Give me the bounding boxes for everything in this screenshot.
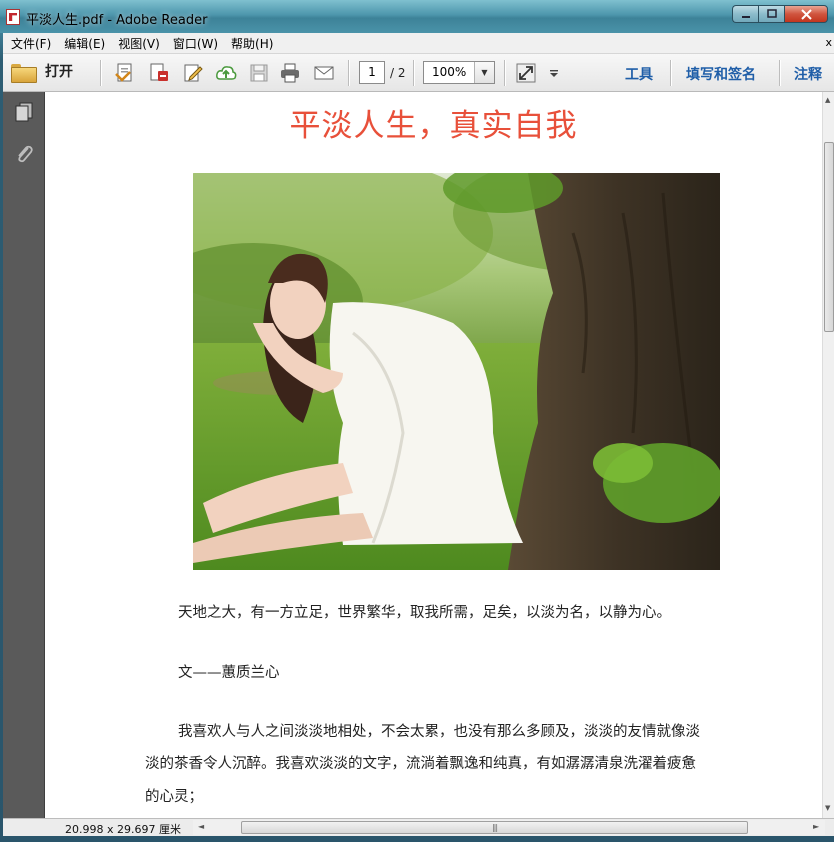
paragraph: 的心灵； — [145, 789, 203, 805]
menu-close-icon[interactable]: x — [825, 36, 832, 49]
menu-window[interactable]: 窗口(W) — [173, 35, 218, 52]
toolbar-separator — [100, 60, 101, 86]
tools-link[interactable]: 工具 — [625, 64, 653, 84]
title-bar[interactable]: 平淡人生.pdf - Adobe Reader — [0, 0, 834, 33]
pdf-app-icon — [6, 9, 20, 25]
paragraph: 文——蕙质兰心 — [178, 665, 280, 681]
folder-icon — [11, 62, 37, 83]
status-bar: 20.998 x 29.697 厘米 ◄ ||| ► — [3, 818, 834, 836]
save-icon[interactable] — [248, 62, 270, 84]
document-view[interactable]: 平淡人生，真实自我 天地之大，有一方立足，世界繁华，取我所需，足矣，以淡为名，以… — [45, 92, 822, 818]
comment-link[interactable]: 注释 — [794, 64, 822, 84]
window-title: 平淡人生.pdf - Adobe Reader — [26, 13, 208, 28]
menu-view[interactable]: 视图(V) — [118, 35, 160, 52]
horizontal-scrollbar[interactable]: ◄ ||| ► — [193, 820, 825, 835]
menu-help[interactable]: 帮助(H) — [231, 35, 273, 52]
scroll-right-icon[interactable]: ► — [813, 822, 819, 831]
scroll-down-icon[interactable]: ▼ — [825, 804, 830, 812]
menu-file[interactable]: 文件(F) — [11, 35, 51, 52]
chevron-down-icon[interactable]: ▼ — [474, 62, 494, 83]
menu-edit[interactable]: 编辑(E) — [64, 35, 105, 52]
fill-sign-link[interactable]: 填写和签名 — [686, 64, 756, 84]
document-title: 平淡人生，真实自我 — [289, 108, 578, 144]
scroll-left-icon[interactable]: ◄ — [198, 822, 204, 831]
convert-icon[interactable] — [148, 62, 170, 84]
horizontal-scroll-thumb[interactable]: ||| — [241, 821, 748, 834]
menu-bar: 文件(F) 编辑(E) 视图(V) 窗口(W) 帮助(H) x — [3, 33, 834, 54]
toolbar-separator — [413, 60, 414, 86]
window-controls — [732, 5, 828, 27]
close-button[interactable] — [784, 5, 828, 23]
app-window: 平淡人生.pdf - Adobe Reader 文件(F) 编辑(E) 视图(V… — [0, 0, 834, 842]
vertical-scrollbar[interactable]: ▲ ▼ — [822, 92, 834, 818]
paragraph: 天地之大，有一方立足，世界繁华，取我所需，足矣，以淡为名，以静为心。 — [178, 605, 671, 621]
maximize-button[interactable] — [758, 5, 784, 23]
minimize-button[interactable] — [732, 5, 758, 23]
paragraph: 我喜欢人与人之间淡淡地相处，不会太累，也没有那么多顾及，淡淡的友情就像淡 — [178, 724, 700, 740]
toolbar-separator — [348, 60, 349, 86]
email-icon[interactable] — [313, 62, 335, 84]
paragraph: 淡的茶香令人沉醉。我喜欢淡淡的文字，流淌着飘逸和纯真，有如潺潺清泉洗濯着疲惫 — [145, 756, 696, 772]
page-size-label: 20.998 x 29.697 厘米 — [65, 823, 181, 836]
fit-page-icon[interactable] — [515, 62, 537, 84]
toolbar-separator — [670, 60, 671, 86]
toolbar-separator — [779, 60, 780, 86]
pages-icon[interactable] — [13, 101, 35, 123]
zoom-value: 100% — [432, 65, 467, 79]
open-label: 打开 — [45, 64, 73, 80]
toolbar-separator — [504, 60, 505, 86]
zoom-select[interactable]: 100% ▼ — [423, 61, 495, 84]
toolbar: 打开 1 / 2 100% ▼ 工具 填写和签名 注释 — [3, 54, 834, 92]
edit-icon[interactable] — [182, 62, 204, 84]
toolbar-options-chevron-icon[interactable] — [547, 62, 561, 84]
print-icon[interactable] — [279, 62, 301, 84]
navigation-pane — [3, 92, 45, 818]
create-pdf-icon[interactable] — [114, 62, 136, 84]
page-number-input[interactable]: 1 — [359, 61, 385, 84]
vertical-scroll-thumb[interactable] — [824, 142, 834, 332]
document-photo — [193, 173, 720, 570]
scroll-up-icon[interactable]: ▲ — [825, 96, 830, 104]
open-button[interactable]: 打开 — [11, 61, 73, 83]
page-total-label: / 2 — [390, 66, 406, 80]
upload-icon[interactable] — [215, 62, 237, 84]
attachment-icon[interactable] — [13, 143, 35, 165]
